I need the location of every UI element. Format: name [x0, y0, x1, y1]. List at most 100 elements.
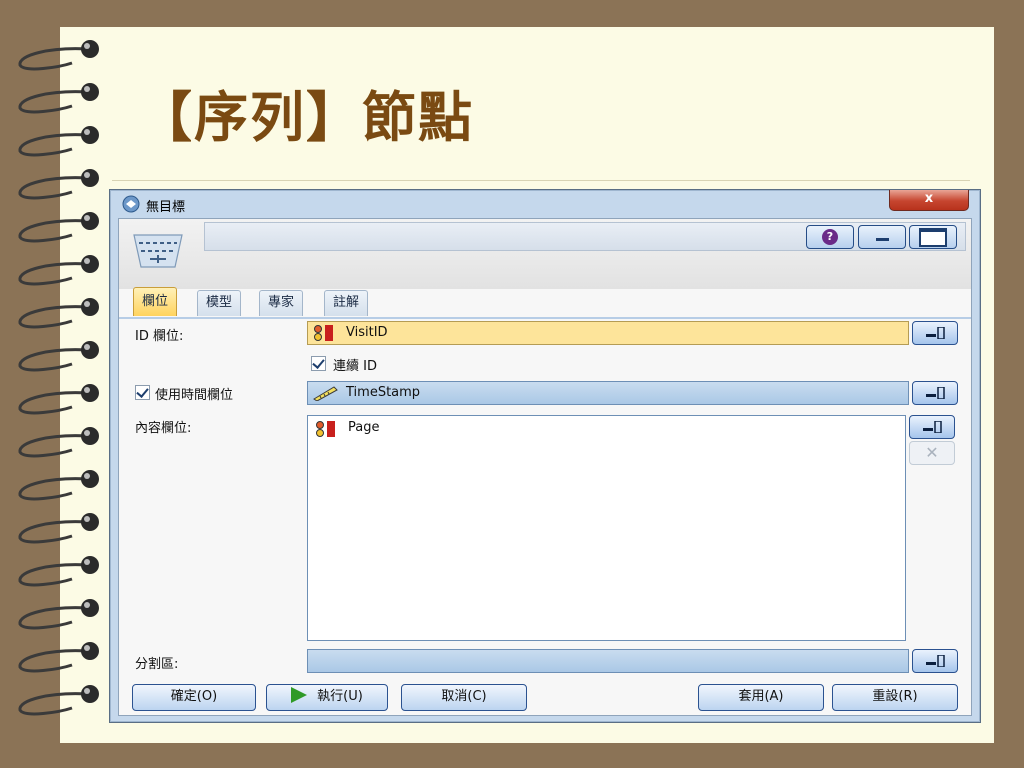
help-button[interactable]: ? [806, 225, 854, 249]
binding-ring [18, 262, 89, 286]
binding-highlight [84, 688, 90, 694]
partition-label: 分割區: [135, 657, 179, 672]
remove-field-button[interactable]: ✕ [909, 441, 955, 465]
minimize-icon [875, 238, 889, 241]
field-picker-icon [926, 655, 945, 667]
binding-highlight [84, 473, 90, 479]
binding-highlight [84, 645, 90, 651]
binding-ring [18, 520, 89, 544]
binding-hole [81, 341, 99, 359]
binding-highlight [84, 387, 90, 393]
time-field-value[interactable]: TimeStamp [307, 381, 909, 405]
binding-ring [18, 391, 89, 415]
binding-highlight [84, 43, 90, 49]
binding-highlight [84, 215, 90, 221]
tab-fields[interactable]: 欄位 [133, 287, 178, 316]
binding-hole [81, 384, 99, 402]
binding-hole [81, 470, 99, 488]
binding-ring [18, 219, 89, 243]
id-field-picker-button[interactable] [912, 321, 958, 345]
binding-ring [18, 47, 89, 71]
binding-highlight [84, 344, 90, 350]
binding-hole [81, 83, 99, 101]
binding-highlight [84, 301, 90, 307]
partition-field-value[interactable] [307, 649, 909, 673]
binding-ring [18, 563, 89, 587]
binding-ring [18, 477, 89, 501]
reset-button[interactable]: 重設(R) [832, 684, 958, 711]
help-icon: ? [822, 229, 838, 245]
binding-hole [81, 40, 99, 58]
binding-ring [18, 434, 89, 458]
contiguous-id-checkbox[interactable] [311, 356, 326, 371]
play-icon [291, 687, 308, 703]
slide-title: 【序列】節點 [138, 85, 474, 149]
content-fields-picker-button[interactable] [909, 415, 955, 439]
field-picker-icon [926, 327, 945, 339]
binding-highlight [84, 86, 90, 92]
binding-ring [18, 606, 89, 630]
binding-hole [81, 169, 99, 187]
id-field-text: VisitID [346, 325, 388, 340]
run-button[interactable]: 執行(U) [266, 684, 388, 711]
spiral-binding [18, 40, 99, 716]
close-button[interactable]: x [889, 190, 969, 211]
sequence-node-icon [133, 234, 183, 268]
binding-ring [18, 176, 89, 200]
binding-ring [18, 305, 89, 329]
binding-ring [18, 348, 89, 372]
binding-hole [81, 685, 99, 703]
id-field-value[interactable]: VisitID [307, 321, 909, 345]
window-title: 無目標 [146, 200, 186, 215]
binding-highlight [84, 602, 90, 608]
binding-highlight [84, 172, 90, 178]
binding-hole [81, 642, 99, 660]
binding-hole [81, 212, 99, 230]
dialog-client: ? 欄位 模型 專家 註解 ID 欄位: VisitID 連續 ID 使用時間欄… [118, 218, 972, 716]
binding-highlight [84, 129, 90, 135]
time-field-text: TimeStamp [346, 385, 421, 400]
node-header: ? [119, 219, 971, 289]
run-button-label: 執行(U) [317, 689, 363, 704]
maximize-icon [919, 228, 947, 247]
list-item-label: Page [348, 420, 380, 435]
set-type-icon [316, 421, 335, 437]
field-picker-icon [926, 387, 945, 399]
binding-hole [81, 298, 99, 316]
binding-ring [18, 90, 89, 114]
window-titlebar[interactable]: 無目標 x [110, 190, 980, 218]
sequence-node-dialog: 無目標 x ? 欄位 模型 專家 註解 ID 欄位: VisitID 連續 ID… [109, 189, 981, 723]
use-time-field-label: 使用時間欄位 [155, 388, 234, 403]
binding-ring [18, 692, 89, 716]
tab-expert[interactable]: 專家 [259, 290, 304, 316]
time-field-picker-button[interactable] [912, 381, 958, 405]
tab-bar: 欄位 模型 專家 註解 [119, 285, 971, 319]
cancel-button[interactable]: 取消(C) [401, 684, 527, 711]
binding-highlight [84, 516, 90, 522]
tab-annotations[interactable]: 註解 [324, 290, 369, 316]
ok-button[interactable]: 確定(O) [132, 684, 256, 711]
fields-panel: ID 欄位: VisitID 連續 ID 使用時間欄位 TimeStamp 內容… [119, 319, 971, 715]
binding-hole [81, 556, 99, 574]
title-divider [112, 180, 970, 181]
binding-ring [18, 649, 89, 673]
minimize-button[interactable] [858, 225, 906, 249]
app-diamond-icon [122, 195, 140, 213]
field-picker-icon [923, 421, 942, 433]
binding-ring [18, 133, 89, 157]
binding-hole [81, 255, 99, 273]
binding-highlight [84, 559, 90, 565]
binding-hole [81, 599, 99, 617]
binding-highlight [84, 258, 90, 264]
partition-picker-button[interactable] [912, 649, 958, 673]
maximize-button[interactable] [909, 225, 957, 249]
apply-button[interactable]: 套用(A) [698, 684, 824, 711]
id-field-label: ID 欄位: [135, 329, 184, 344]
binding-hole [81, 513, 99, 531]
content-fields-label: 內容欄位: [135, 421, 192, 436]
tab-model[interactable]: 模型 [197, 290, 242, 316]
content-fields-list[interactable]: Page [307, 415, 906, 641]
use-time-field-checkbox[interactable] [135, 385, 150, 400]
binding-hole [81, 126, 99, 144]
set-type-icon [314, 325, 333, 341]
